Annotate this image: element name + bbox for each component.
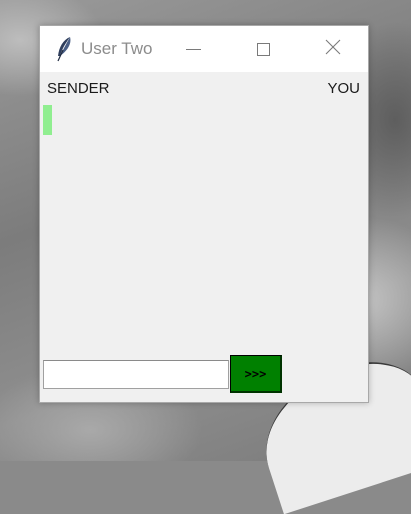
send-button[interactable]: >>> (230, 355, 282, 393)
app-window: User Two SENDER YOU >>> (39, 25, 369, 403)
close-icon (325, 39, 341, 60)
you-label: YOU (327, 80, 360, 97)
minimize-icon (185, 48, 201, 50)
message-cursor (43, 105, 52, 135)
message-input[interactable] (43, 360, 229, 389)
maximize-icon (256, 42, 270, 56)
chat-area: SENDER YOU >>> (40, 72, 368, 402)
minimize-button[interactable] (170, 26, 216, 72)
close-button[interactable] (310, 26, 356, 72)
maximize-button[interactable] (240, 26, 286, 72)
feather-icon (54, 36, 74, 62)
sender-label: SENDER (47, 80, 110, 97)
window-title: User Two (81, 39, 153, 58)
title-bar[interactable]: User Two (40, 26, 368, 72)
